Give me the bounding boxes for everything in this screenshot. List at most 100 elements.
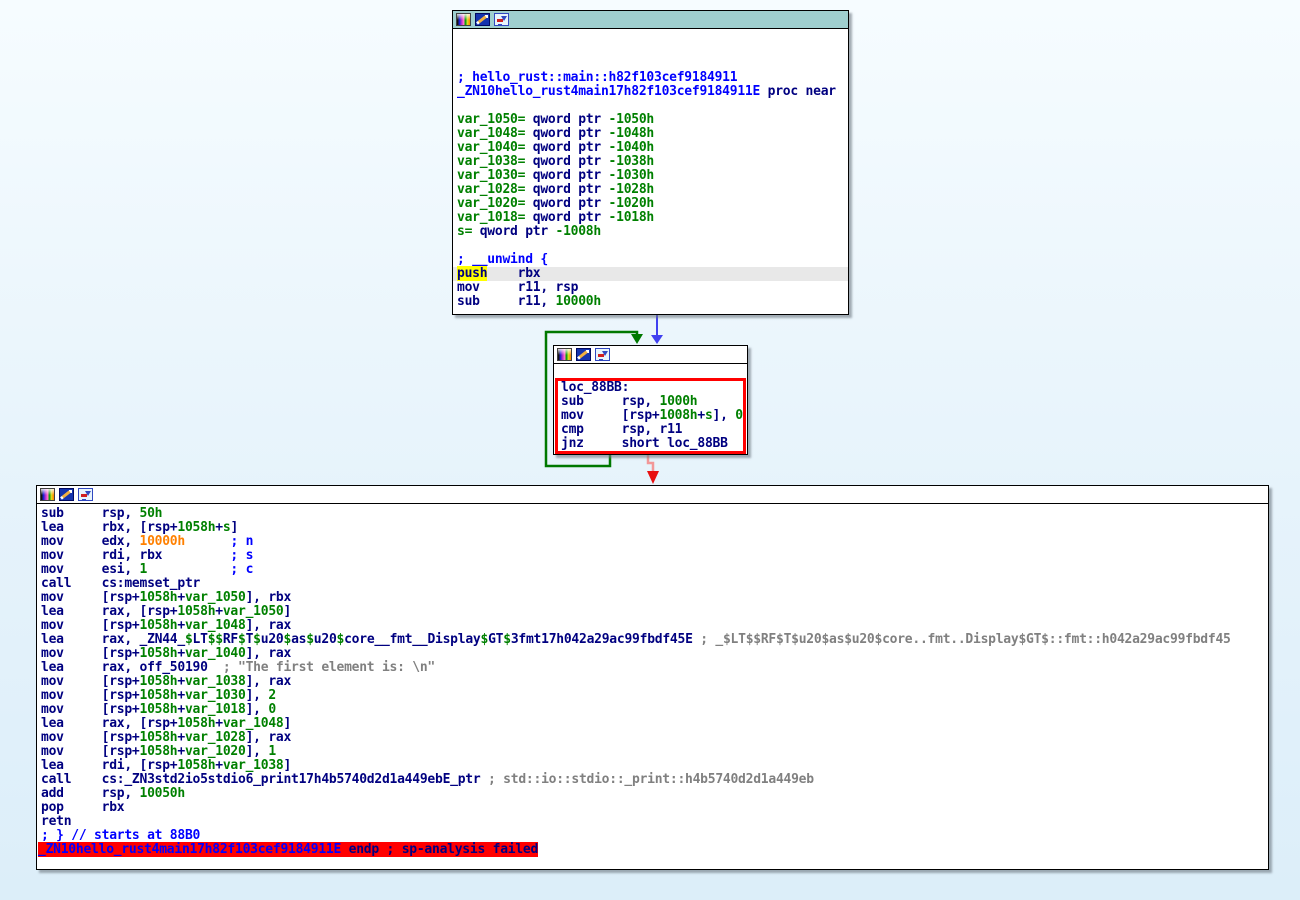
node-title-bar[interactable] xyxy=(453,11,848,29)
asm-token: mov [rsp+ xyxy=(41,688,140,703)
asm-line[interactable]: mov [rsp+1058h+var_1040], rax xyxy=(37,647,1268,661)
asm-token: mov [rsp+ xyxy=(41,618,140,633)
asm-line[interactable]: lea rdi, [rsp+1058h+var_1038] xyxy=(37,759,1268,773)
asm-token: qword ptr xyxy=(525,112,608,127)
asm-line[interactable]: _ZN10hello_rust4main17h82f103cef9184911E… xyxy=(453,85,848,99)
asm-line[interactable]: mov [rsp+1058h+var_1028], rax xyxy=(37,731,1268,745)
asm-token: mov [rsp+ xyxy=(41,730,140,745)
asm-token: rbx xyxy=(487,266,540,281)
asm-line[interactable]: push rbx xyxy=(453,267,848,281)
asm-line[interactable]: var_1020= qword ptr -1020h xyxy=(453,197,848,211)
asm-line[interactable]: retn xyxy=(37,815,1268,829)
asm-token: 1058h xyxy=(177,604,215,619)
node-title-bar[interactable] xyxy=(554,346,747,364)
asm-line[interactable]: lea rax, [rsp+1058h+var_1050] xyxy=(37,605,1268,619)
asm-line[interactable]: var_1028= qword ptr -1028h xyxy=(453,183,848,197)
basic-block-loop[interactable]: loc_88BB:sub rsp, 1000hmov [rsp+1008h+s]… xyxy=(553,345,748,455)
asm-line[interactable]: sub rsp, 50h xyxy=(37,507,1268,521)
asm-line[interactable]: lea rbx, [rsp+1058h+s] xyxy=(37,521,1268,535)
asm-line[interactable]: loc_88BB: xyxy=(558,381,743,395)
group-node-icon[interactable] xyxy=(595,348,610,361)
asm-token: + xyxy=(177,674,185,689)
asm-token: RF xyxy=(223,632,238,647)
asm-token: ], xyxy=(246,744,269,759)
graph-view[interactable]: ; hello_rust::main::h82f103cef9184911_ZN… xyxy=(0,0,1300,900)
asm-line[interactable] xyxy=(453,239,848,253)
group-node-icon[interactable] xyxy=(78,488,93,501)
asm-token: retn xyxy=(41,814,71,829)
asm-line[interactable] xyxy=(453,43,848,57)
asm-line[interactable]: mov [rsp+1058h+var_1048], rax xyxy=(37,619,1268,633)
asm-line[interactable]: s= qword ptr -1008h xyxy=(453,225,848,239)
asm-token: ], rax xyxy=(246,730,291,745)
asm-line[interactable]: lea rax, off_50190 ; "The first element … xyxy=(37,661,1268,675)
asm-line[interactable] xyxy=(453,29,848,43)
asm-token: ], rax xyxy=(246,646,291,661)
asm-line[interactable]: var_1018= qword ptr -1018h xyxy=(453,211,848,225)
node-color-icon[interactable] xyxy=(456,13,471,26)
group-node-icon[interactable] xyxy=(494,13,509,26)
basic-block-entry[interactable]: ; hello_rust::main::h82f103cef9184911_ZN… xyxy=(452,10,849,315)
asm-line[interactable]: sub r11, 10000h xyxy=(453,295,848,309)
edit-node-icon[interactable] xyxy=(475,13,490,26)
asm-line[interactable]: pop rbx xyxy=(37,801,1268,815)
asm-line[interactable] xyxy=(453,99,848,113)
asm-line[interactable]: cmp rsp, r11 xyxy=(558,423,743,437)
asm-line[interactable]: mov edx, 10000h ; n xyxy=(37,535,1268,549)
asm-line[interactable]: lea rax, _ZN44_$LT$$RF$T$u20$as$u20$core… xyxy=(37,633,1268,647)
asm-line[interactable]: mov [rsp+1008h+s], 0 xyxy=(558,409,743,423)
basic-block-main-body[interactable]: sub rsp, 50hlea rbx, [rsp+1058h+s]mov ed… xyxy=(36,485,1269,870)
asm-line[interactable]: call cs:memset_ptr xyxy=(37,577,1268,591)
asm-token: + xyxy=(177,744,185,759)
asm-token: 50h xyxy=(140,506,163,521)
node-title-bar[interactable] xyxy=(37,486,1268,504)
asm-token: qword ptr xyxy=(525,168,608,183)
asm-token: -1018h xyxy=(609,210,654,225)
node-color-icon[interactable] xyxy=(557,348,572,361)
asm-line[interactable]: mov [rsp+1058h+var_1020], 1 xyxy=(37,745,1268,759)
asm-line[interactable]: mov [rsp+1058h+var_1018], 0 xyxy=(37,703,1268,717)
node-color-icon[interactable] xyxy=(40,488,55,501)
asm-token: var_1020= xyxy=(457,196,525,211)
asm-line[interactable]: var_1030= qword ptr -1030h xyxy=(453,169,848,183)
asm-line[interactable]: var_1040= qword ptr -1040h xyxy=(453,141,848,155)
asm-line[interactable]: _ZN10hello_rust4main17h82f103cef9184911E… xyxy=(37,843,1268,857)
asm-line[interactable]: mov rdi, rbx ; s xyxy=(37,549,1268,563)
disassembly-listing[interactable]: sub rsp, 50hlea rbx, [rsp+1058h+s]mov ed… xyxy=(37,504,1268,857)
asm-line[interactable]: var_1038= qword ptr -1038h xyxy=(453,155,848,169)
asm-line[interactable]: ; hello_rust::main::h82f103cef9184911 xyxy=(453,71,848,85)
asm-line[interactable]: lea rax, [rsp+1058h+var_1048] xyxy=(37,717,1268,731)
edit-node-icon[interactable] xyxy=(59,488,74,501)
asm-token: mov esi, xyxy=(41,562,140,577)
disassembly-listing[interactable]: ; hello_rust::main::h82f103cef9184911_ZN… xyxy=(453,29,848,309)
asm-token: -1048h xyxy=(609,126,654,141)
asm-token: 1058h xyxy=(140,590,178,605)
asm-line[interactable]: mov esi, 1 ; c xyxy=(37,563,1268,577)
asm-line[interactable]: call cs:_ZN3std2io5stdio6_print17h4b5740… xyxy=(37,773,1268,787)
asm-line[interactable]: var_1050= qword ptr -1050h xyxy=(453,113,848,127)
asm-line[interactable]: mov [rsp+1058h+var_1038], rax xyxy=(37,675,1268,689)
asm-token: $ xyxy=(503,632,511,647)
asm-token: qword ptr xyxy=(525,140,608,155)
asm-line[interactable]: mov r11, rsp xyxy=(453,281,848,295)
asm-token: endp ; sp-analysis failed xyxy=(341,842,538,857)
asm-line[interactable]: mov [rsp+1058h+var_1030], 2 xyxy=(37,689,1268,703)
asm-token: mov r11, rsp xyxy=(457,280,578,295)
asm-line[interactable]: mov [rsp+1058h+var_1050], rbx xyxy=(37,591,1268,605)
asm-token: s= xyxy=(457,224,472,239)
edit-node-icon[interactable] xyxy=(576,348,591,361)
asm-line[interactable] xyxy=(453,57,848,71)
asm-token: + xyxy=(177,646,185,661)
edge-fall-through-arrow xyxy=(647,471,659,484)
asm-line[interactable]: ; __unwind { xyxy=(453,253,848,267)
asm-token: var_1030 xyxy=(185,688,246,703)
asm-token: mov [rsp+ xyxy=(41,674,140,689)
asm-line[interactable]: jnz short loc_88BB xyxy=(558,437,743,451)
asm-token: $ xyxy=(481,632,489,647)
disassembly-listing[interactable]: loc_88BB:sub rsp, 1000hmov [rsp+1008h+s]… xyxy=(558,381,743,451)
asm-line[interactable]: sub rsp, 1000h xyxy=(558,395,743,409)
asm-line[interactable]: var_1048= qword ptr -1048h xyxy=(453,127,848,141)
asm-token: qword ptr xyxy=(525,126,608,141)
asm-line[interactable]: ; } // starts at 88B0 xyxy=(37,829,1268,843)
asm-line[interactable]: add rsp, 10050h xyxy=(37,787,1268,801)
